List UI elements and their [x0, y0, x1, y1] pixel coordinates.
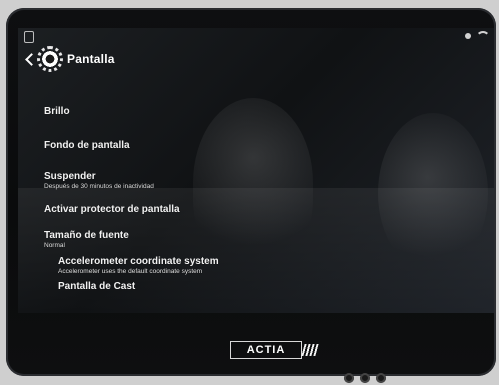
port-icon: [344, 373, 354, 383]
signal-icon: [465, 33, 471, 39]
setting-title: Fondo de pantalla: [44, 140, 130, 151]
brand-logo: ACTIA: [230, 341, 319, 359]
setting-activar-protector-de-pantalla[interactable]: Activar protector de pantalla: [44, 204, 464, 215]
port-icon: [360, 373, 370, 383]
setting-title: Tamaño de fuente: [44, 230, 129, 241]
port-icon: [376, 373, 386, 383]
setting-tamano-de-fuente[interactable]: Tamaño de fuente Normal: [44, 230, 464, 249]
brand-stripes-icon: [301, 344, 319, 356]
tablet-bezel: Pantalla Brillo Fondo de pantalla Suspen…: [6, 8, 496, 383]
setting-fondo-de-pantalla[interactable]: Fondo de pantalla: [44, 140, 464, 151]
setting-title: Pantalla de Cast: [58, 281, 136, 292]
setting-title: Brillo: [44, 106, 70, 117]
setting-pantalla-de-cast[interactable]: Pantalla de Cast: [58, 281, 478, 292]
status-bar: [18, 28, 494, 46]
setting-title: Suspender: [44, 171, 96, 182]
status-icons: [465, 30, 490, 42]
settings-list: Brillo Fondo de pantalla Suspender Despu…: [18, 80, 494, 292]
setting-suspender[interactable]: Suspender Después de 30 minutos de inact…: [44, 171, 464, 190]
wifi-icon: [476, 31, 490, 43]
setting-subtitle: Después de 30 minutos de inactividad: [44, 183, 154, 190]
setting-subtitle: Accelerometer uses the default coordinat…: [58, 268, 203, 275]
back-icon[interactable]: [24, 52, 38, 66]
brand-text: ACTIA: [246, 344, 286, 356]
settings-gear-icon: [37, 46, 63, 72]
device-ports: [344, 371, 386, 385]
app-bar: Pantalla: [18, 46, 494, 72]
sd-card-icon: [24, 31, 34, 43]
tablet-screen: Pantalla Brillo Fondo de pantalla Suspen…: [18, 28, 494, 313]
setting-subtitle: Normal: [44, 242, 65, 249]
page-title: Pantalla: [67, 52, 115, 66]
setting-title: Activar protector de pantalla: [44, 204, 180, 215]
setting-accelerometer-coordinate-system[interactable]: Accelerometer coordinate system Accelero…: [58, 256, 478, 275]
setting-title: Accelerometer coordinate system: [58, 256, 219, 267]
setting-brillo[interactable]: Brillo: [44, 106, 464, 117]
